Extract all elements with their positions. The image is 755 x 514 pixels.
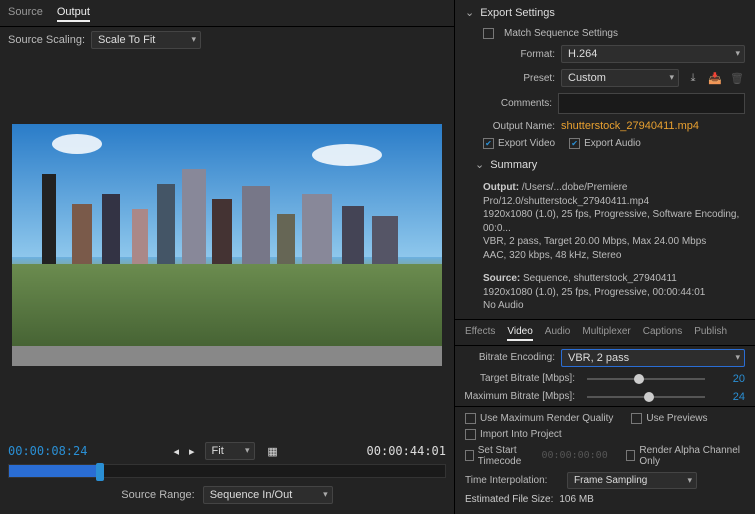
- preview-tabs: Source Output: [0, 0, 454, 27]
- preset-dropdown[interactable]: Custom: [561, 69, 679, 87]
- match-sequence-checkbox[interactable]: [483, 28, 494, 39]
- max-bitrate-label: Maximum Bitrate [Mbps]:: [455, 391, 575, 402]
- delete-preset-icon[interactable]: 🗑: [729, 70, 745, 86]
- source-range-dropdown[interactable]: Sequence In/Out: [203, 486, 333, 504]
- video-preview-frame: [12, 124, 442, 366]
- preset-label: Preset:: [455, 73, 555, 84]
- set-start-timecode-checkbox[interactable]: [465, 450, 474, 461]
- export-audio-checkbox[interactable]: [569, 138, 580, 149]
- format-dropdown[interactable]: H.264: [561, 45, 745, 63]
- subtab-effects[interactable]: Effects: [465, 324, 495, 341]
- comments-input[interactable]: [558, 93, 745, 114]
- chevron-down-icon[interactable]: ⌄: [475, 158, 484, 171]
- use-previews-label: Use Previews: [646, 413, 707, 424]
- match-sequence-label: Match Sequence Settings: [504, 28, 618, 39]
- render-alpha-label: Render Alpha Channel Only: [639, 445, 745, 467]
- export-settings-header: ⌄ Export Settings: [455, 0, 755, 25]
- export-audio-label: Export Audio: [584, 138, 641, 149]
- current-timecode[interactable]: 00:00:08:24: [8, 444, 87, 458]
- export-video-label: Export Video: [498, 138, 555, 149]
- output-name-link[interactable]: shutterstock_27940411.mp4: [561, 120, 699, 132]
- export-footer: Use Maximum Render Quality Use Previews …: [455, 406, 755, 514]
- aspect-overlay-icon[interactable]: ▦: [265, 443, 281, 459]
- transport-controls: ◂ ▸ Fit ▦: [173, 442, 280, 460]
- preview-panel: Source Output Source Scaling: Scale To F…: [0, 0, 455, 514]
- subtab-video[interactable]: Video: [507, 324, 532, 341]
- subtab-publish[interactable]: Publish: [694, 324, 727, 341]
- start-timecode-value: 00:00:00:00: [541, 450, 607, 461]
- export-settings-title: Export Settings: [480, 7, 555, 19]
- prev-frame-icon[interactable]: ◂: [173, 445, 179, 458]
- max-bitrate-value[interactable]: 24: [717, 391, 745, 403]
- estimated-size-label: Estimated File Size:: [465, 494, 553, 505]
- time-interpolation-dropdown[interactable]: Frame Sampling: [567, 472, 697, 489]
- bitrate-encoding-dropdown[interactable]: VBR, 2 pass: [561, 349, 745, 367]
- subtab-multiplexer[interactable]: Multiplexer: [582, 324, 630, 341]
- source-scaling-row: Source Scaling: Scale To Fit: [0, 27, 454, 53]
- set-start-timecode-label: Set Start Timecode: [478, 445, 542, 467]
- chevron-down-icon[interactable]: ⌄: [465, 6, 474, 19]
- next-frame-icon[interactable]: ▸: [189, 445, 195, 458]
- save-preset-icon[interactable]: ⤓: [685, 70, 701, 86]
- output-name-label: Output Name:: [455, 121, 555, 132]
- summary-output-block: Output: /Users/...dobe/Premiere Pro/12.0…: [483, 181, 745, 262]
- summary-source-block: Source: Sequence, shutterstock_27940411 …: [483, 272, 745, 313]
- playhead-handle[interactable]: [96, 463, 104, 481]
- video-preview-area: [0, 53, 454, 436]
- tab-source[interactable]: Source: [8, 4, 43, 22]
- format-label: Format:: [455, 49, 555, 60]
- tab-output[interactable]: Output: [57, 4, 90, 22]
- target-bitrate-label: Target Bitrate [Mbps]:: [455, 373, 575, 384]
- import-into-project-label: Import Into Project: [480, 429, 562, 440]
- estimated-size-value: 106 MB: [559, 494, 593, 505]
- zoom-fit-dropdown[interactable]: Fit: [205, 442, 255, 460]
- subtab-audio[interactable]: Audio: [545, 324, 571, 341]
- subtab-captions[interactable]: Captions: [643, 324, 682, 341]
- render-alpha-checkbox[interactable]: [626, 450, 636, 461]
- source-range-label: Source Range:: [121, 489, 194, 501]
- source-scaling-label: Source Scaling:: [8, 34, 85, 46]
- max-bitrate-slider[interactable]: [587, 396, 705, 398]
- total-timecode: 00:00:44:01: [367, 444, 446, 458]
- import-into-project-checkbox[interactable]: [465, 429, 476, 440]
- max-render-quality-label: Use Maximum Render Quality: [480, 413, 613, 424]
- export-settings-panel: ⌄ Export Settings Match Sequence Setting…: [455, 0, 755, 514]
- source-scaling-dropdown[interactable]: Scale To Fit: [91, 31, 201, 49]
- target-bitrate-value[interactable]: 20: [717, 373, 745, 385]
- bitrate-encoding-label: Bitrate Encoding:: [455, 352, 555, 363]
- use-previews-checkbox[interactable]: [631, 413, 642, 424]
- time-interpolation-label: Time Interpolation:: [465, 475, 561, 486]
- timeline-scrubber[interactable]: [8, 464, 446, 478]
- target-bitrate-slider[interactable]: [587, 378, 705, 380]
- codec-subtabs: Effects Video Audio Multiplexer Captions…: [455, 319, 755, 346]
- summary-output-text: /Users/...dobe/Premiere Pro/12.0/shutter…: [483, 182, 739, 261]
- comments-label: Comments:: [455, 98, 552, 109]
- max-render-quality-checkbox[interactable]: [465, 413, 476, 424]
- export-video-checkbox[interactable]: [483, 138, 494, 149]
- import-preset-icon[interactable]: 📥: [707, 70, 723, 86]
- summary-title: Summary: [490, 159, 537, 171]
- timeline-controls: 00:00:08:24 ◂ ▸ Fit ▦ 00:00:44:01 Source…: [0, 436, 454, 514]
